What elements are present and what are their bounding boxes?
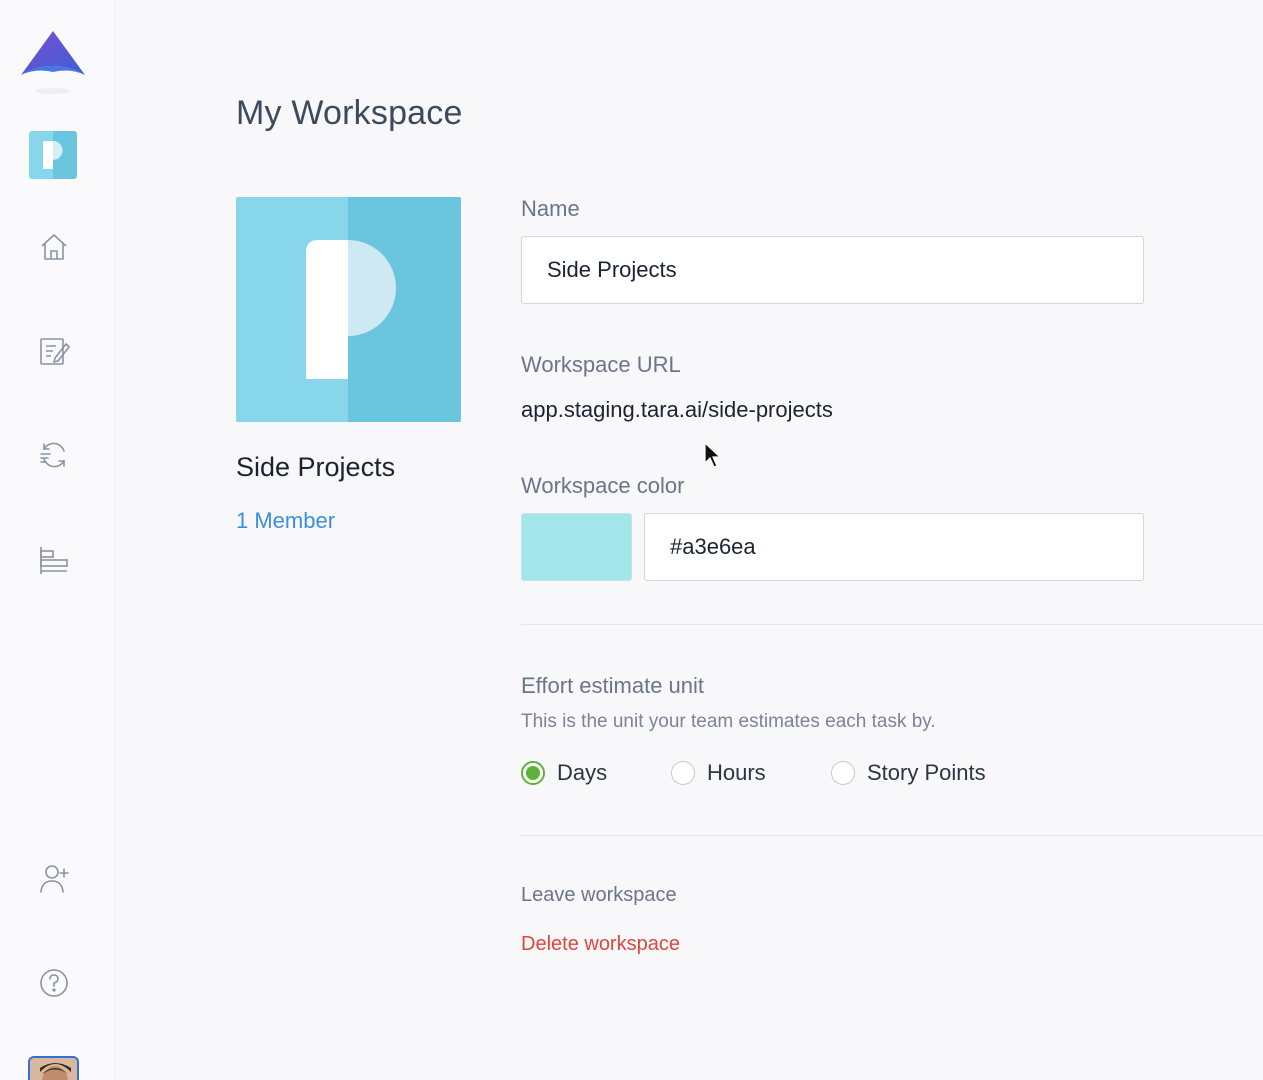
workspace-image[interactable] — [236, 197, 461, 422]
radio-story-points[interactable]: Story Points — [831, 759, 986, 787]
effort-label: Effort estimate unit — [521, 673, 705, 698]
color-swatch[interactable] — [521, 513, 632, 581]
radio-dot-checked[interactable] — [521, 761, 545, 785]
divider — [521, 835, 1263, 836]
sprint-icon[interactable] — [37, 438, 71, 472]
name-label: Name — [521, 196, 580, 221]
divider — [521, 624, 1263, 625]
mouse-cursor-icon — [704, 441, 722, 470]
radio-label: Story Points — [867, 760, 986, 785]
workspace-url-value: app.staging.tara.ai/side-projects — [521, 397, 833, 422]
members-link[interactable]: 1 Member — [236, 508, 335, 534]
radio-days[interactable]: Days — [521, 759, 607, 787]
delete-workspace-link[interactable]: Delete workspace — [521, 933, 680, 956]
radio-dot[interactable] — [831, 761, 855, 785]
app-logo[interactable] — [20, 28, 86, 94]
roadmap-icon[interactable] — [37, 543, 71, 577]
workspace-color-label: Workspace color — [521, 473, 685, 498]
sidebar — [0, 0, 115, 1080]
radio-label: Hours — [707, 760, 766, 785]
name-input[interactable] — [521, 236, 1144, 304]
user-avatar[interactable] — [28, 1056, 79, 1080]
home-icon[interactable] — [37, 230, 71, 264]
workspace-url-label: Workspace URL — [521, 352, 681, 377]
leave-workspace-link[interactable]: Leave workspace — [521, 884, 677, 907]
help-icon[interactable] — [37, 966, 71, 1000]
edit-icon[interactable] — [37, 334, 71, 368]
radio-dot[interactable] — [671, 761, 695, 785]
page-title: My Workspace — [236, 94, 463, 132]
workspace-tile[interactable] — [29, 131, 77, 179]
radio-hours[interactable]: Hours — [671, 759, 766, 787]
workspace-name: Side Projects — [236, 452, 396, 482]
color-hex-input[interactable] — [644, 513, 1144, 581]
add-member-icon[interactable] — [37, 861, 71, 895]
radio-label: Days — [557, 760, 608, 785]
effort-description: This is the unit your team estimates eac… — [521, 711, 936, 732]
